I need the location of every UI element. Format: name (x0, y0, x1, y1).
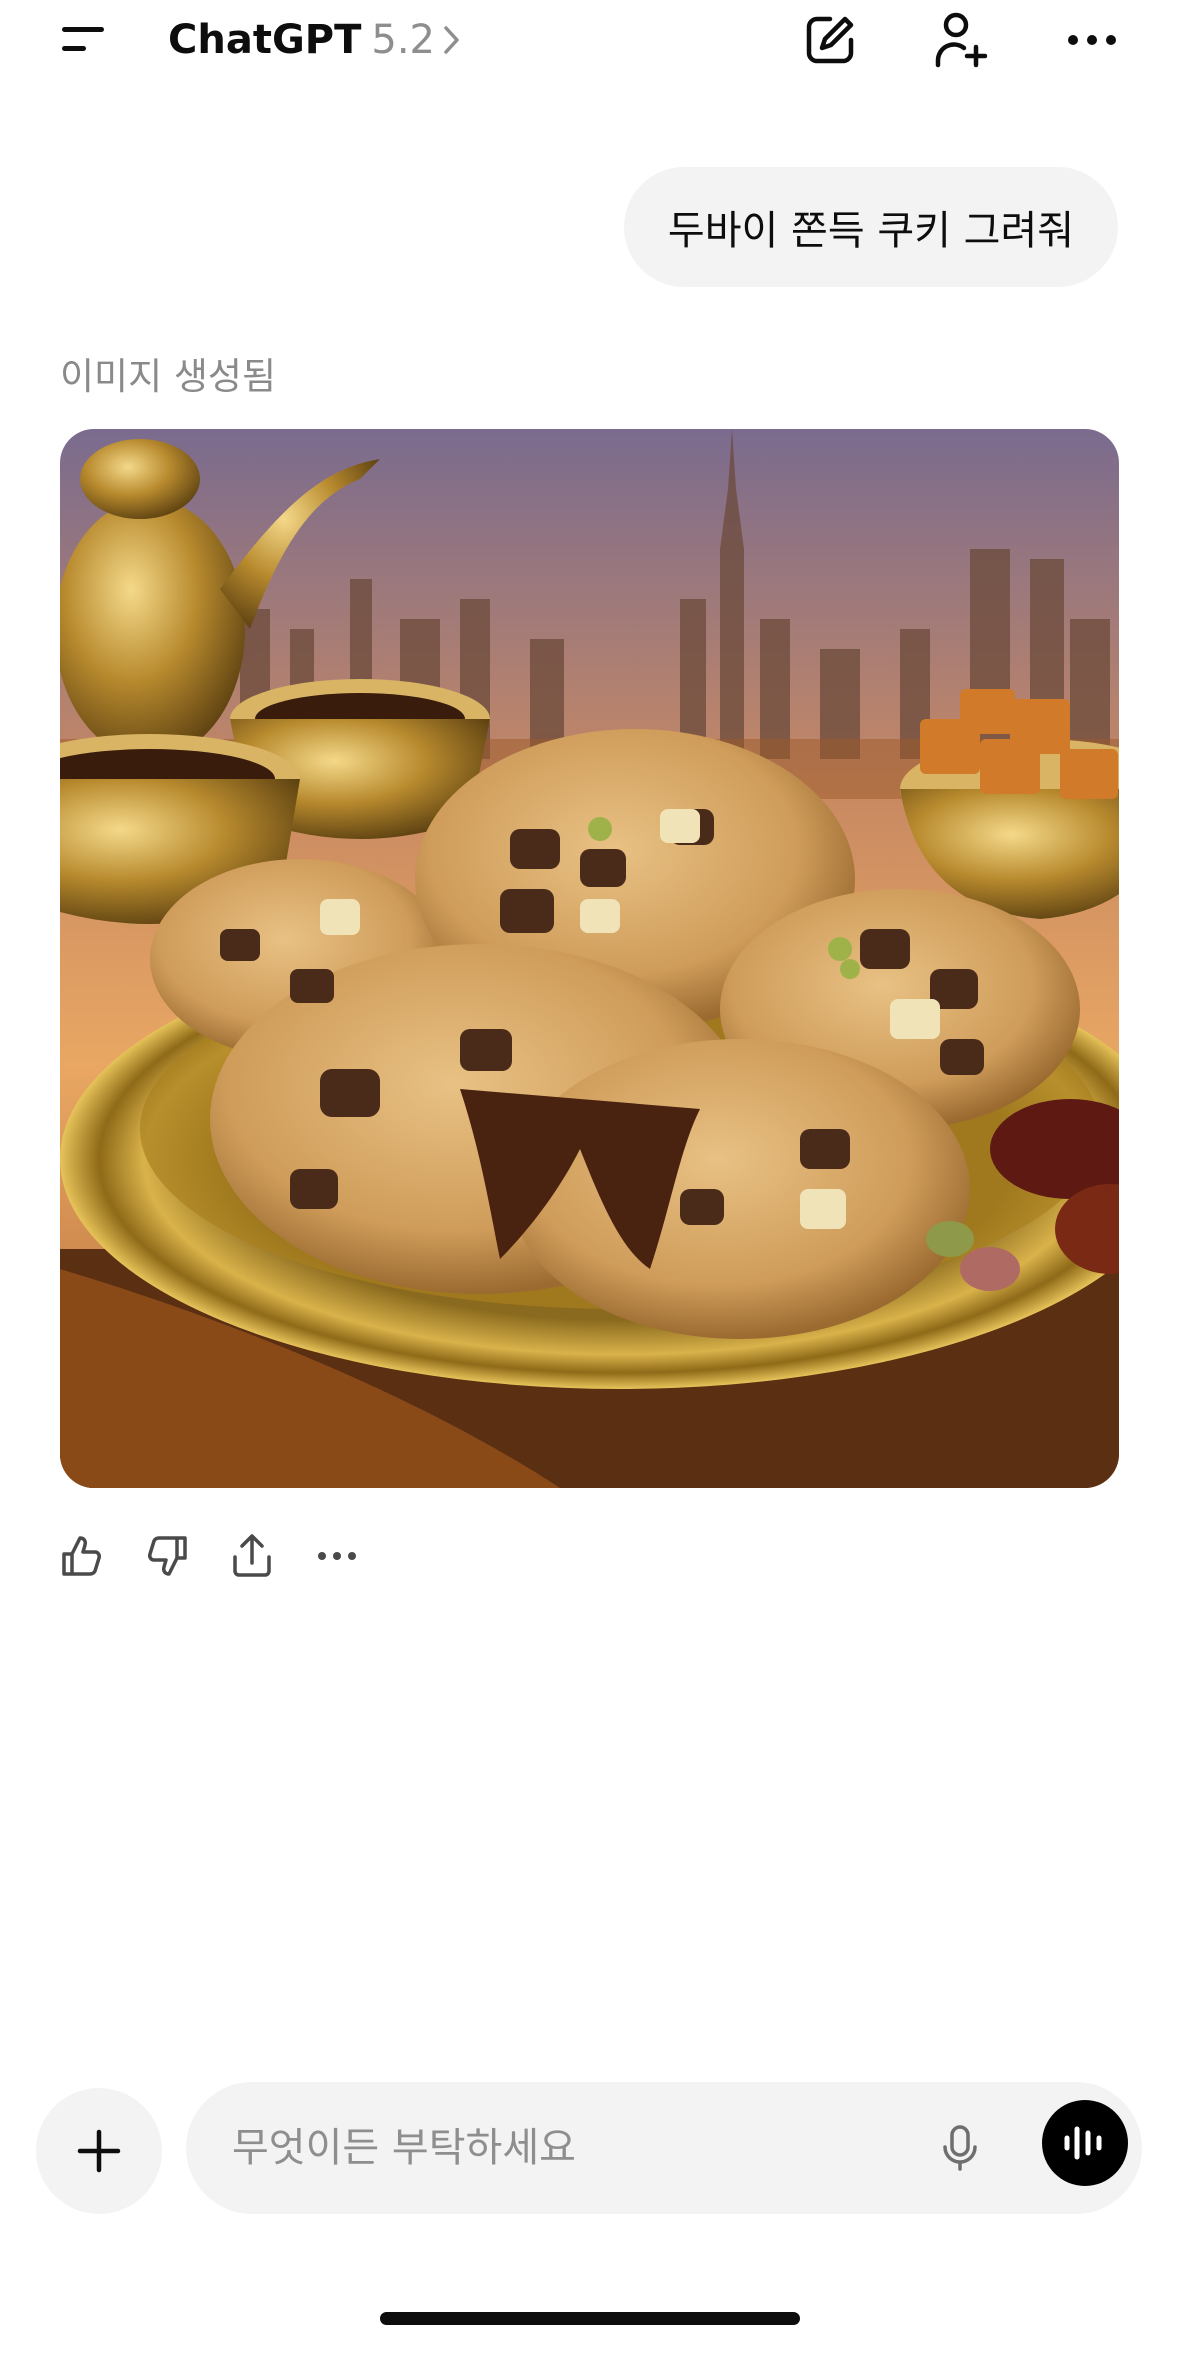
message-input[interactable] (232, 2108, 872, 2188)
generated-image[interactable] (60, 429, 1119, 1488)
like-button[interactable] (56, 1528, 108, 1584)
app-name: ChatGPT (168, 17, 362, 63)
more-icon (1068, 35, 1116, 45)
thumbs-down-icon (148, 1536, 187, 1576)
add-people-button[interactable] (928, 6, 996, 74)
dictate-button[interactable] (924, 2112, 996, 2184)
attach-button[interactable] (36, 2088, 162, 2214)
share-button[interactable] (226, 1528, 278, 1584)
user-message: 두바이 쫀득 쿠키 그려줘 (624, 167, 1118, 287)
message-composer (186, 2082, 1142, 2214)
add-user-icon (935, 12, 988, 68)
new-chat-button[interactable] (796, 6, 864, 74)
message-actions (56, 1528, 396, 1590)
menu-icon[interactable] (58, 24, 106, 56)
top-bar: ChatGPT 5.2 (0, 0, 1179, 90)
more-options-button[interactable] (1058, 6, 1126, 74)
new-chat-icon (806, 16, 854, 64)
mic-icon (943, 2125, 977, 2171)
voice-mode-button[interactable] (1042, 2100, 1128, 2186)
thumbs-up-icon (62, 1536, 101, 1576)
model-version: 5.2 (371, 17, 436, 63)
dislike-button[interactable] (141, 1528, 193, 1584)
plus-icon (77, 2129, 121, 2173)
model-selector[interactable]: ChatGPT 5.2 (168, 14, 463, 66)
chevron-right-icon (444, 26, 459, 54)
share-icon (233, 1534, 271, 1577)
more-icon (318, 1552, 356, 1560)
image-generated-label: 이미지 생성됨 (60, 355, 277, 398)
voice-mode-icon (1064, 2126, 1102, 2160)
home-indicator (380, 2312, 800, 2325)
more-actions-button[interactable] (311, 1528, 363, 1584)
